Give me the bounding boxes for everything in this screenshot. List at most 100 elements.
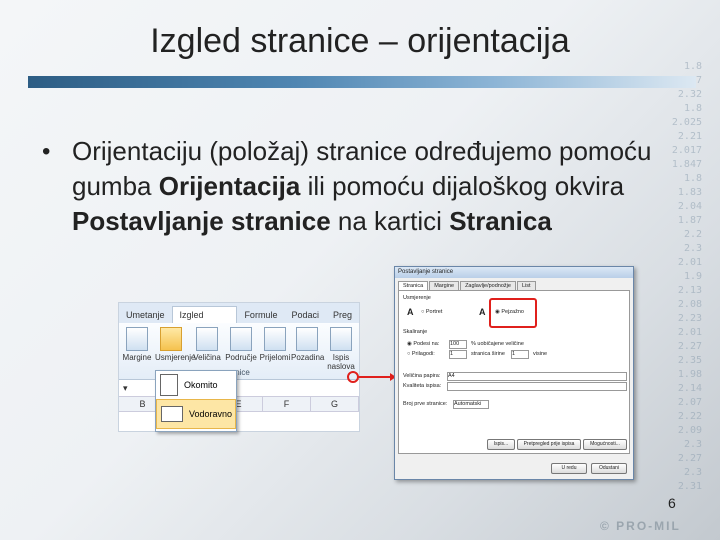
background-number: 2.3: [683, 467, 702, 478]
bullet-text-part-2: ili pomoću dijaloškog okvira: [300, 171, 625, 201]
print-button[interactable]: Ispis...: [487, 439, 515, 450]
dialog-tab-list[interactable]: List: [516, 281, 536, 290]
background-number: 2.27: [677, 453, 702, 464]
dialog-title: Postavljanje stranice: [395, 267, 633, 278]
background-number: 2.3: [683, 243, 702, 254]
breaks-icon: [264, 327, 286, 351]
size-button[interactable]: Veličina: [191, 327, 223, 362]
background-number: 1.8: [683, 103, 702, 114]
orientation-label: Usmjerenje: [155, 353, 196, 362]
bullet-bold-orijentacija: Orijentacija: [158, 171, 301, 201]
background-number: 2.14: [677, 383, 702, 394]
background-number: 2.09: [677, 425, 702, 436]
print-preview-button[interactable]: Pretpregled prije ispisa: [517, 439, 581, 450]
column-header[interactable]: G: [311, 397, 359, 411]
background-number: 2.025: [671, 117, 702, 128]
tab-podaci[interactable]: Podaci: [284, 307, 326, 323]
fit-tall-label: visine: [533, 351, 548, 357]
slide-title: Izgled stranice – orijentacija: [150, 22, 570, 60]
title-divider-bar: [28, 76, 696, 88]
company-logo: © PRO-MIL: [600, 519, 681, 533]
bullet-text: Orijentaciju (položaj) stranice određuje…: [72, 134, 692, 239]
print-area-label: Područje: [225, 353, 257, 362]
scaling-section-label: Skaliranje: [403, 329, 428, 335]
fit-to-label: Prilagodi:: [411, 351, 435, 357]
dialog-tab-zaglavlje[interactable]: Zaglavlje/podnožje: [460, 281, 516, 290]
background-number: 1.98: [677, 369, 702, 380]
background-icon: [296, 327, 318, 351]
fit-pages-wide-value: 1: [450, 351, 454, 357]
background-number: 2.22: [677, 411, 702, 422]
background-number: 1.9: [683, 271, 702, 282]
background-number: 2.07: [677, 397, 702, 408]
adjust-to-suffix: % uobičajene veličine: [471, 341, 524, 347]
orientation-menu: Okomito Vodoravno: [155, 370, 237, 432]
paper-size-label: Veličina papira:: [403, 373, 441, 379]
dialog-tabs: Stranica Margine Zaglavlje/podnožje List: [398, 281, 630, 290]
fit-pages-tall-field[interactable]: 1: [511, 350, 529, 359]
background-number: 2.13: [677, 285, 702, 296]
tab-formule[interactable]: Formule: [237, 307, 284, 323]
fit-to-radio[interactable]: ○ Prilagodi:: [407, 351, 435, 357]
tab-pregled[interactable]: Preg: [326, 307, 359, 323]
background-number: 2.01: [677, 257, 702, 268]
fit-pages-wide-field[interactable]: 1: [449, 350, 467, 359]
page-number: 6: [668, 495, 676, 511]
first-page-label: Broj prve stranice:: [403, 401, 448, 407]
print-area-button[interactable]: Područje: [225, 327, 257, 362]
portrait-radio[interactable]: ○ Portret: [421, 309, 442, 315]
background-button[interactable]: Pozadina: [291, 327, 325, 362]
fit-wide-label: stranica širine: [471, 351, 505, 357]
print-titles-button[interactable]: Ispis naslova: [325, 327, 357, 371]
ok-button[interactable]: U redu: [551, 463, 587, 474]
margins-icon: [126, 327, 148, 351]
background-number: 2.23: [677, 313, 702, 324]
paper-size-value: A4: [448, 373, 455, 379]
adjust-to-radio[interactable]: ◉ Podesi na:: [407, 341, 439, 347]
orientation-icon: [160, 327, 182, 351]
background-number: 2.31: [677, 481, 702, 492]
breaks-label: Prijelomi: [259, 353, 291, 362]
print-titles-icon: [330, 327, 352, 351]
adjust-to-value: 100: [450, 341, 460, 347]
dialog-tab-stranica[interactable]: Stranica: [398, 281, 429, 290]
print-area-icon: [230, 327, 252, 351]
menu-item-landscape-label: Vodoravno: [189, 409, 233, 419]
adjust-to-field[interactable]: 100: [449, 340, 467, 349]
fit-pages-tall-value: 1: [512, 351, 516, 357]
margins-button[interactable]: Margine: [121, 327, 153, 362]
tab-izgled-stranice[interactable]: Izgled stranice: [171, 306, 238, 336]
orientation-button[interactable]: Usmjerenje: [155, 327, 195, 362]
menu-item-portrait[interactable]: Okomito: [156, 371, 236, 399]
paper-size-select[interactable]: A4: [447, 372, 627, 381]
first-page-field[interactable]: Automatski: [453, 400, 489, 409]
landscape-highlight-box: [489, 298, 537, 328]
background-label: Pozadina: [291, 353, 325, 362]
bullet-bold-stranica: Stranica: [449, 206, 552, 236]
options-button[interactable]: Mogućnosti...: [583, 439, 627, 450]
background-number: 2.08: [677, 299, 702, 310]
dialog-tab-margine[interactable]: Margine: [429, 281, 460, 290]
size-icon: [196, 327, 218, 351]
margins-label: Margine: [122, 353, 152, 362]
print-quality-select[interactable]: [447, 382, 627, 391]
menu-item-landscape[interactable]: Vodoravno: [156, 399, 236, 429]
bullet-marker: •: [42, 138, 51, 165]
breaks-button[interactable]: Prijelomi: [259, 327, 291, 362]
column-header[interactable]: F: [263, 397, 311, 411]
size-label: Veličina: [193, 353, 221, 362]
menu-item-portrait-label: Okomito: [184, 380, 218, 390]
connector-arrow: [347, 371, 396, 383]
background-number: 2.3: [683, 439, 702, 450]
background-number: 2.01: [677, 327, 702, 338]
portrait-radio-label: Portret: [425, 309, 443, 315]
cancel-button[interactable]: Odustani: [591, 463, 627, 474]
tab-umetanje[interactable]: Umetanje: [119, 307, 172, 323]
landscape-page-icon: [161, 406, 183, 422]
portrait-page-icon: [160, 374, 178, 396]
background-number: 2.27: [677, 341, 702, 352]
print-quality-label: Kvaliteta ispisa:: [403, 383, 442, 389]
portrait-a-icon: A: [407, 307, 414, 317]
background-number: 2.35: [677, 355, 702, 366]
background-number-column: 1.81.772.321.82.0252.212.0171.8471.81.83…: [640, 60, 720, 540]
